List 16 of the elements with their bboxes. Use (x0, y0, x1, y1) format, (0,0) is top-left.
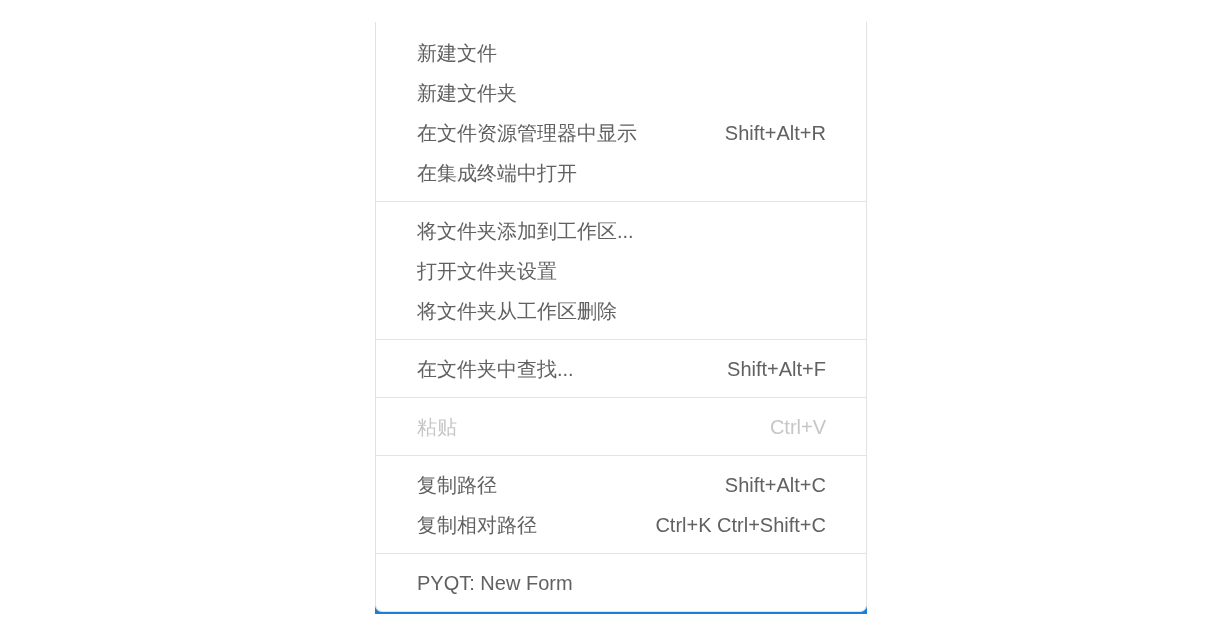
menu-item[interactable]: 复制路径 Shift+Alt+C (376, 465, 866, 505)
menu-item[interactable]: 复制相对路径 Ctrl+K Ctrl+Shift+C (376, 505, 866, 545)
keyboard-shortcut: Shift+Alt+R (724, 121, 826, 145)
keyboard-shortcut: Shift+Alt+F (727, 357, 826, 381)
menu-item[interactable]: PYQT: New Form (376, 563, 866, 603)
menu-item[interactable]: 将文件夹添加到工作区... (376, 211, 866, 251)
keyboard-shortcut: Shift+Alt+C (724, 473, 826, 497)
menu-item[interactable]: 新建文件夹 (376, 73, 866, 113)
menu-item[interactable]: 新建文件 (376, 33, 866, 73)
menu-item[interactable]: 在文件资源管理器中显示 Shift+Alt+R (376, 113, 866, 153)
menu-item[interactable]: 打开文件夹设置 (376, 251, 866, 291)
keyboard-shortcut: Ctrl+V (769, 415, 826, 439)
keyboard-shortcut: Ctrl+K Ctrl+Shift+C (655, 513, 826, 537)
menu-item[interactable]: 在集成终端中打开 (376, 153, 866, 193)
menu-item[interactable]: 在文件夹中查找... Shift+Alt+F (376, 349, 866, 389)
menu-item[interactable]: 将文件夹从工作区删除 (376, 291, 866, 331)
